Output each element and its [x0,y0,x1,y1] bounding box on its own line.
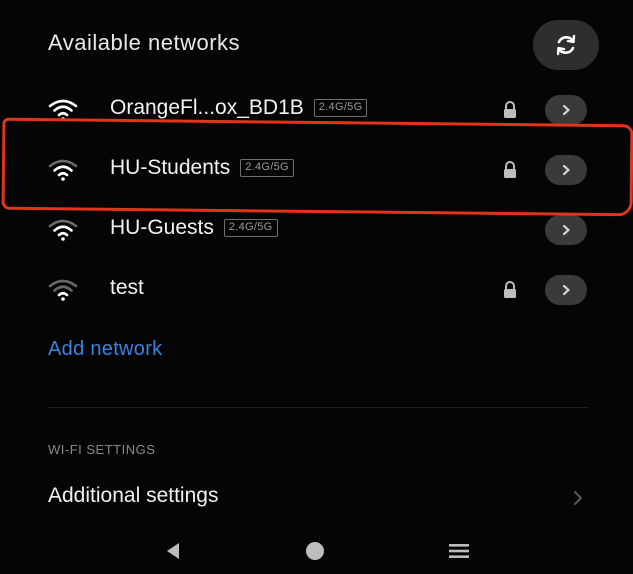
lock-icon [504,281,516,298]
wifi-icon [48,159,78,181]
chevron-right-icon [562,224,570,236]
band-badge: 2.4G/5G [240,159,294,177]
lock-icon [504,101,516,118]
refresh-icon [556,34,576,56]
add-network-link[interactable]: Add network [48,338,162,361]
chevron-right-icon [562,104,570,116]
network-name: OrangeFl...ox_BD1B [110,96,304,119]
band-badge: 2.4G/5G [223,219,278,237]
network-row-test[interactable]: test [0,262,633,318]
chevron-right-icon [562,164,570,176]
network-details-button[interactable] [545,155,587,185]
chevron-right-icon [562,284,570,296]
menu-lines-icon[interactable] [447,541,471,561]
section-header-wifi-settings: WI-FI SETTINGS [48,442,156,457]
network-row-orangefl[interactable]: OrangeFl...ox_BD1B 2.4G/5G [0,82,633,138]
back-triangle-icon[interactable] [163,540,183,562]
additional-settings-row[interactable]: Additional settings [0,478,633,518]
network-name: HU-Guests [110,216,214,239]
wifi-icon [48,99,78,121]
network-name: HU-Students [110,156,231,179]
network-name: test [110,276,144,299]
system-navigation-bar [0,530,633,574]
chevron-right-icon [574,491,582,505]
page-title: Available networks [48,30,241,55]
wifi-icon [48,219,78,241]
network-details-button[interactable] [545,95,587,125]
network-row-hu-guests[interactable]: HU-Guests 2.4G/5G [0,202,633,258]
network-details-button[interactable] [545,215,587,245]
network-details-button[interactable] [545,275,587,305]
refresh-button[interactable] [533,20,599,70]
wifi-icon [48,279,78,301]
home-circle-icon[interactable] [304,540,326,562]
additional-settings-label: Additional settings [48,484,219,507]
wifi-settings-screen: Available networks OrangeFl...ox_BD1B 2.… [0,0,633,574]
network-row-hu-students[interactable]: HU-Students 2.4G/5G [0,142,633,198]
divider [48,407,588,408]
band-badge: 2.4G/5G [313,99,368,117]
lock-icon [504,161,516,178]
